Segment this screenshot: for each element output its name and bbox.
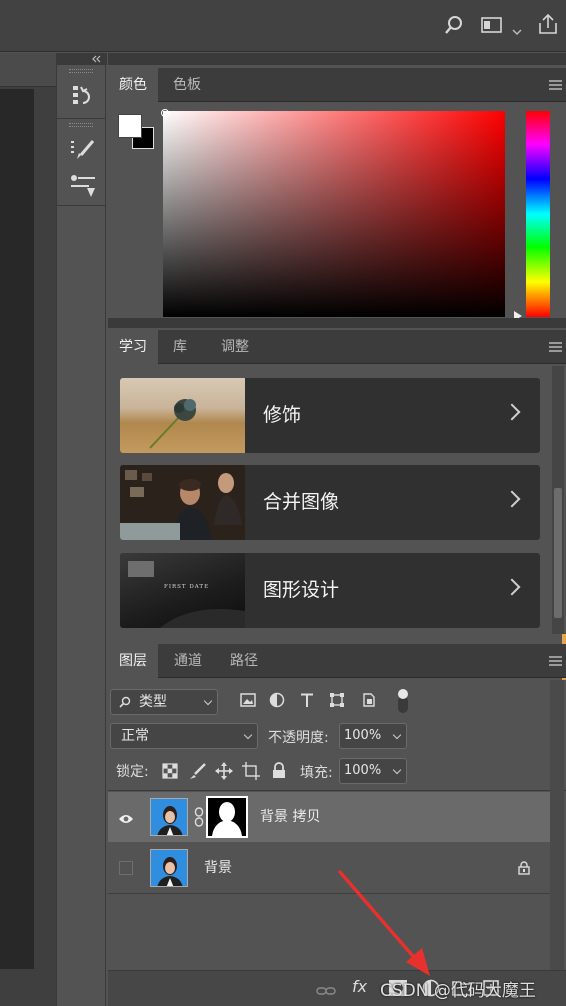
tab-layers[interactable]: 图层 bbox=[108, 644, 158, 678]
thumbnail-text: FIRST DATE bbox=[164, 584, 209, 590]
chevron-down-icon[interactable] bbox=[392, 765, 402, 775]
tab-libraries[interactable]: 库 bbox=[162, 330, 198, 364]
learn-thumbnail: FIRST DATE bbox=[120, 553, 245, 628]
panel-divider[interactable] bbox=[108, 318, 566, 328]
panel-menu-icon[interactable] bbox=[549, 656, 562, 666]
color-panel-header: 颜色 色板 bbox=[108, 68, 566, 102]
collapse-icon bbox=[92, 55, 101, 63]
learn-card-title: 修饰 bbox=[263, 404, 302, 426]
filter-type-icon[interactable] bbox=[299, 692, 315, 712]
color-picker-field[interactable] bbox=[163, 111, 505, 317]
blend-mode-dropdown[interactable]: 正常 bbox=[110, 723, 258, 749]
annotation-arrow bbox=[338, 870, 430, 976]
hue-slider[interactable] bbox=[526, 111, 550, 317]
layer-thumbnail bbox=[150, 849, 188, 887]
layer-name[interactable]: 背景 bbox=[204, 843, 232, 893]
chevron-right-icon bbox=[503, 490, 521, 508]
link-layers-icon[interactable] bbox=[316, 982, 336, 1001]
panel-collapse-strip[interactable] bbox=[108, 53, 566, 65]
filter-toggle-switch[interactable] bbox=[396, 688, 410, 718]
tab-swatches[interactable]: 色板 bbox=[162, 68, 212, 102]
foreground-color-swatch[interactable] bbox=[118, 114, 142, 138]
visibility-toggle[interactable] bbox=[119, 861, 133, 875]
filter-smart-object-icon[interactable] bbox=[361, 692, 377, 712]
chevron-down-icon[interactable] bbox=[392, 730, 402, 740]
tab-channels[interactable]: 通道 bbox=[163, 644, 213, 678]
layers-panel-scrollbar[interactable] bbox=[550, 680, 564, 970]
scrollbar-thumb[interactable] bbox=[554, 488, 562, 618]
panel-menu-icon[interactable] bbox=[549, 80, 562, 90]
mask-link-icon[interactable] bbox=[194, 807, 204, 831]
blend-mode-value: 正常 bbox=[121, 728, 149, 744]
clone-source-icon[interactable] bbox=[69, 173, 97, 203]
layer-thumbnail bbox=[150, 798, 188, 836]
brush-settings-icon[interactable] bbox=[69, 137, 97, 165]
learn-card-title: 图形设计 bbox=[263, 579, 340, 601]
layer-name[interactable]: 背景 拷贝 bbox=[260, 792, 320, 842]
opacity-value[interactable]: 100% bbox=[344, 728, 381, 743]
document-tab-bar bbox=[0, 53, 56, 87]
tab-color[interactable]: 颜色 bbox=[108, 68, 158, 102]
eye-icon[interactable] bbox=[118, 810, 134, 829]
share-icon[interactable] bbox=[536, 12, 560, 40]
lock-image-pixels-icon[interactable] bbox=[189, 762, 207, 784]
learn-thumbnail bbox=[120, 378, 245, 453]
history-icon[interactable] bbox=[71, 83, 95, 113]
search-icon[interactable] bbox=[443, 14, 465, 40]
learn-panel-scrollbar[interactable] bbox=[552, 366, 564, 634]
dock-grip-2[interactable] bbox=[69, 123, 93, 127]
learn-thumbnail bbox=[120, 465, 245, 540]
lock-position-icon[interactable] bbox=[215, 762, 233, 784]
learn-card-graphic-design[interactable]: FIRST DATE 图形设计 bbox=[120, 553, 540, 628]
color-picker-marker[interactable] bbox=[161, 109, 169, 117]
collapse-strip[interactable] bbox=[57, 53, 107, 65]
filter-shape-icon[interactable] bbox=[329, 692, 345, 712]
filter-adjustment-icon[interactable] bbox=[269, 692, 285, 712]
lock-artboard-icon[interactable] bbox=[242, 762, 260, 784]
chevron-down-icon[interactable] bbox=[512, 22, 522, 41]
workspace-layout-icon[interactable] bbox=[480, 14, 504, 40]
chevron-down-icon bbox=[243, 730, 253, 740]
learn-card-retouch[interactable]: 修饰 bbox=[120, 378, 540, 453]
search-icon bbox=[119, 696, 131, 708]
chevron-right-icon bbox=[503, 403, 521, 421]
layer-filter-dropdown[interactable]: 类型 bbox=[110, 689, 218, 715]
watermark-text: CSDN @代码大魔王 bbox=[380, 981, 536, 1001]
panel-menu-icon[interactable] bbox=[549, 342, 562, 352]
layer-mask-thumbnail[interactable] bbox=[206, 796, 248, 838]
chevron-right-icon bbox=[503, 578, 521, 596]
learn-card-title: 合并图像 bbox=[263, 491, 340, 513]
lock-transparent-pixels-icon[interactable] bbox=[162, 763, 178, 783]
fill-value[interactable]: 100% bbox=[344, 763, 381, 778]
opacity-label: 不透明度: bbox=[268, 730, 329, 746]
chevron-down-icon bbox=[203, 696, 213, 706]
filter-pixel-icon[interactable] bbox=[240, 692, 256, 712]
tab-learn[interactable]: 学习 bbox=[108, 330, 158, 364]
layers-panel-header: 图层 通道 路径 bbox=[108, 644, 566, 678]
lock-label: 锁定: bbox=[116, 764, 149, 780]
lock-icon bbox=[518, 860, 530, 879]
app-top-bar bbox=[0, 0, 566, 52]
learn-panel-header: 学习 库 调整 bbox=[108, 330, 566, 364]
opacity-input[interactable]: 100% bbox=[339, 723, 407, 749]
layer-row-background[interactable]: 背景 bbox=[108, 843, 550, 893]
document-area bbox=[0, 53, 56, 1006]
learn-card-combine-images[interactable]: 合并图像 bbox=[120, 465, 540, 540]
fill-input[interactable]: 100% bbox=[339, 758, 407, 784]
document-canvas[interactable] bbox=[0, 89, 34, 969]
tab-adjustments[interactable]: 调整 bbox=[210, 330, 260, 364]
filter-kind-label: 类型 bbox=[139, 694, 167, 710]
panel-dock-icons bbox=[56, 53, 107, 1006]
layer-row-background-copy[interactable]: 背景 拷贝 bbox=[108, 792, 550, 842]
tab-paths[interactable]: 路径 bbox=[219, 644, 269, 678]
lock-all-icon[interactable] bbox=[272, 762, 286, 783]
dock-grip[interactable] bbox=[69, 69, 93, 73]
fill-label: 填充: bbox=[300, 765, 333, 781]
